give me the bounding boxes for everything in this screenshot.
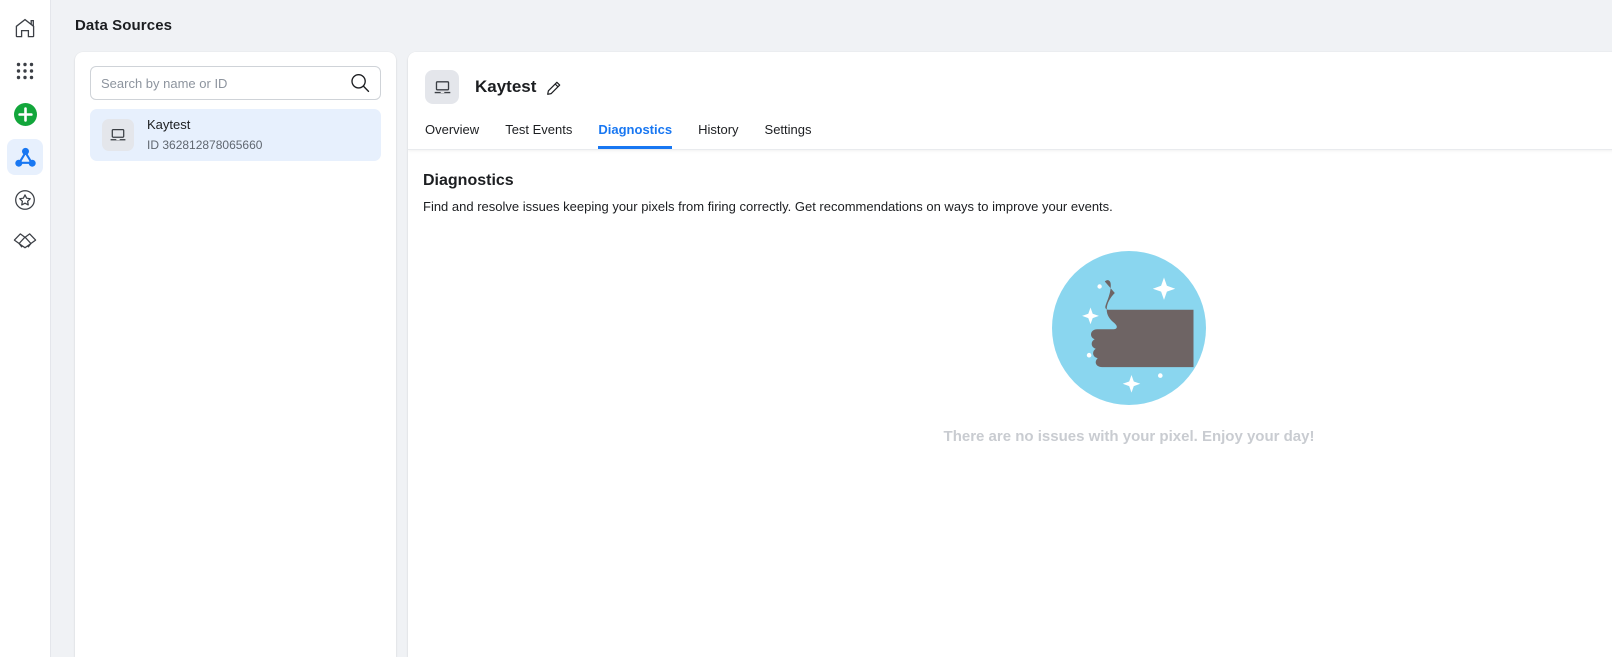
plus-circle-icon [13, 102, 38, 127]
rail-item-all-tools[interactable] [7, 53, 43, 89]
list-item-name: Kaytest [147, 117, 191, 133]
grid-apps-icon [14, 60, 36, 82]
diagnostics-body: Diagnostics Find and resolve issues keep… [408, 150, 1612, 445]
tab-test-events[interactable]: Test Events [505, 122, 572, 149]
search-icon[interactable] [349, 72, 371, 94]
rail-item-favorites[interactable] [7, 182, 43, 218]
rail-item-data-sources[interactable] [7, 139, 43, 175]
section-title: Diagnostics [423, 172, 514, 189]
page-title: Data Sources [75, 17, 173, 34]
home-icon [13, 16, 37, 40]
laptop-icon [102, 119, 134, 151]
left-icon-rail [0, 0, 51, 657]
rail-item-create[interactable] [7, 96, 43, 132]
tab-history[interactable]: History [698, 122, 738, 149]
list-item-meta: Kaytest ID 362812878065660 [147, 115, 262, 154]
section-description: Find and resolve issues keeping your pix… [423, 199, 1113, 214]
detail-tabs: Overview Test Events Diagnostics History… [425, 117, 1612, 149]
data-source-detail-panel: Kaytest Overview Test Events Diagnostics… [408, 52, 1612, 657]
tab-settings[interactable]: Settings [765, 122, 812, 149]
thumbs-up-illustration [1052, 251, 1206, 405]
empty-state-message: There are no issues with your pixel. Enj… [943, 428, 1315, 445]
tab-diagnostics[interactable]: Diagnostics [598, 122, 673, 149]
search-box[interactable] [90, 66, 381, 100]
source-name: Kaytest [475, 77, 537, 96]
page-container: Data Sources Search by name or ID Kaytes… [51, 0, 1612, 657]
data-sources-icon [13, 145, 38, 170]
rail-item-partnerships[interactable] [7, 225, 43, 261]
app-root: Data Sources Search by name or ID Kaytes… [0, 0, 1612, 657]
detail-header: Kaytest Overview Test Events Diagnostics… [408, 52, 1612, 150]
laptop-icon [425, 70, 459, 104]
star-circle-icon [13, 188, 37, 212]
rail-item-home[interactable] [7, 10, 43, 46]
list-item[interactable]: Kaytest ID 362812878065660 [90, 109, 381, 161]
tab-overview[interactable]: Overview [425, 122, 479, 149]
data-sources-list-panel: Kaytest ID 362812878065660 [75, 52, 396, 657]
source-title-row: Kaytest [425, 69, 1612, 105]
diagnostics-empty-state: There are no issues with your pixel. Enj… [423, 251, 1612, 445]
pencil-edit-icon[interactable] [545, 78, 562, 97]
list-item-id: ID 362812878065660 [147, 138, 263, 152]
search-input[interactable] [91, 75, 380, 91]
handshake-icon [13, 232, 37, 254]
